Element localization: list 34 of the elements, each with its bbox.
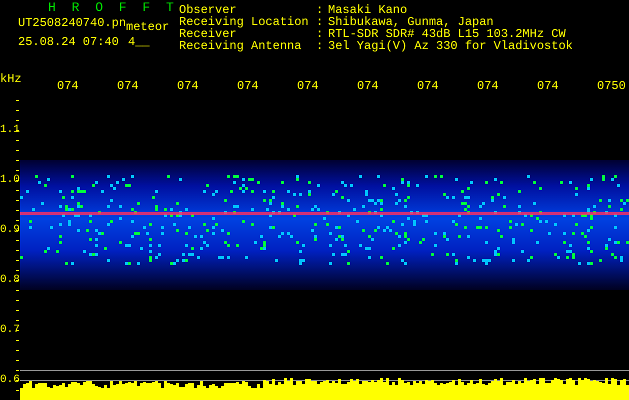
time-label: 074 <box>477 80 499 92</box>
date-time: 25.08.24 07:40 <box>18 36 120 48</box>
separator: : <box>316 40 324 52</box>
time-label: 074 <box>417 80 439 92</box>
time-label: 074 <box>177 80 199 92</box>
time-label: 0750 <box>597 80 626 92</box>
time-label: 074 <box>117 80 139 92</box>
axis-unit: kHz <box>0 73 22 85</box>
mode-label: meteor <box>126 20 170 34</box>
time-label: 074 <box>297 80 319 92</box>
axis-label: 0.6 <box>0 374 20 386</box>
field-value: 3el Yagi(V) Az 330 for Vladivostok <box>328 40 573 52</box>
field-value: Masaki Kano <box>328 4 408 16</box>
field-label: Receiving Location <box>179 16 310 28</box>
value-label: 4__ <box>128 36 150 48</box>
separator: : <box>316 28 324 40</box>
file-name: UT2508240740.pn <box>18 16 126 30</box>
time-label: 074 <box>237 80 259 92</box>
axis-label: 1.1 <box>0 124 20 136</box>
time-label: 074 <box>537 80 559 92</box>
separator: : <box>316 16 324 28</box>
separator: : <box>316 4 324 16</box>
field-label: Receiver <box>179 28 237 40</box>
axis-label: 0.8 <box>0 274 20 286</box>
field-value: Shibukawa, Gunma, Japan <box>328 16 494 28</box>
time-label: 074 <box>357 80 379 92</box>
field-label: Receiving Antenna <box>179 40 302 52</box>
axis-label: 1.0 <box>0 174 20 186</box>
app-title: H R O F F T <box>47 2 178 14</box>
field-value: RTL-SDR SDR# 43dB L15 103.2MHz CW <box>328 28 566 40</box>
axis-label: 0.7 <box>0 324 20 336</box>
field-label: Observer <box>179 4 237 16</box>
axis-label: 0.9 <box>0 224 20 236</box>
time-label: 074 <box>57 80 79 92</box>
